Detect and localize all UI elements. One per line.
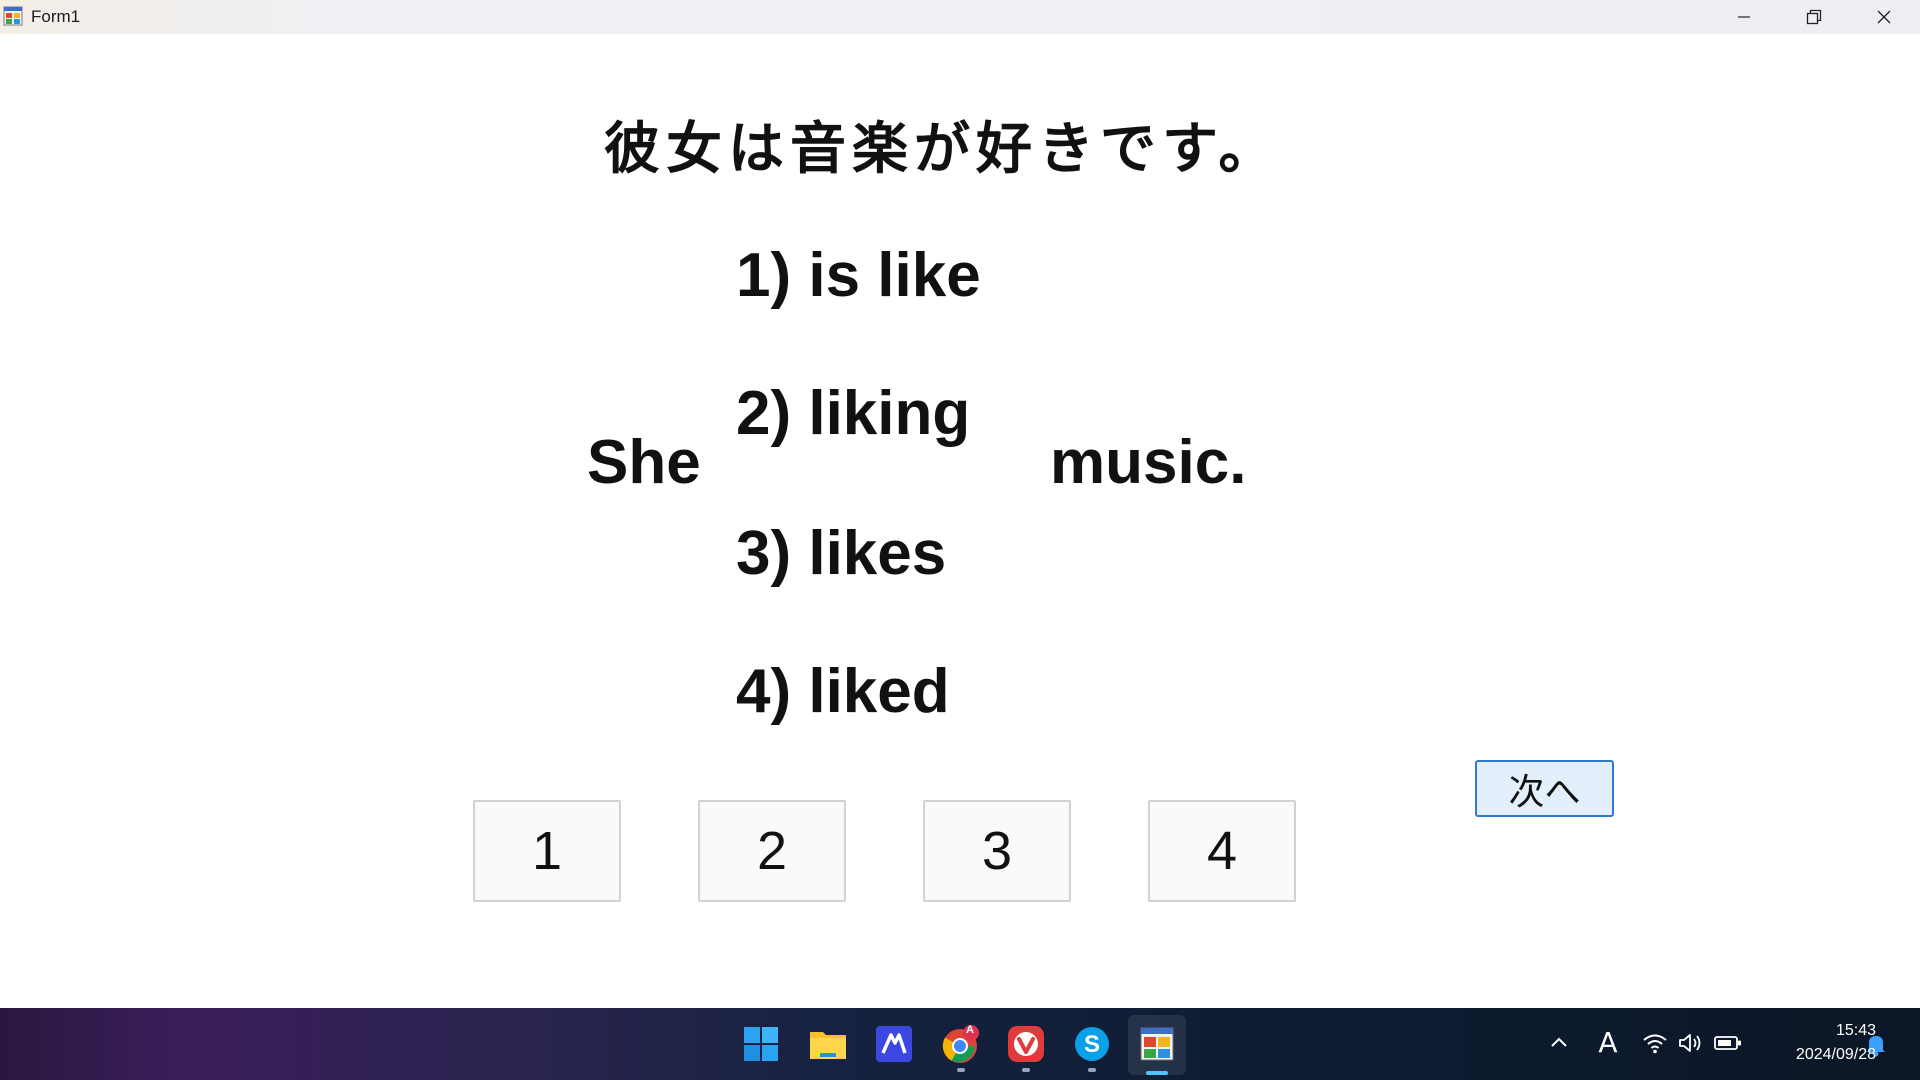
start-button[interactable]: [739, 1022, 783, 1066]
chrome-running-indicator: [957, 1068, 965, 1072]
m-app-icon: [876, 1026, 912, 1062]
minimize-button[interactable]: [1709, 0, 1779, 34]
ime-indicator[interactable]: A: [1593, 1026, 1623, 1059]
restore-icon: [1806, 9, 1822, 25]
answer-button-3[interactable]: 3: [923, 800, 1071, 902]
taskbar-chrome[interactable]: A: [938, 1022, 982, 1066]
form1-app-icon: [1140, 1027, 1174, 1061]
minimize-icon: [1738, 16, 1750, 18]
wifi-icon: [1643, 1034, 1667, 1054]
restore-button[interactable]: [1779, 0, 1849, 34]
next-button[interactable]: 次へ: [1475, 760, 1614, 817]
chrome-profile-badge: A: [966, 1024, 974, 1036]
taskbar-skype[interactable]: S: [1070, 1022, 1114, 1066]
chevron-up-icon: [1551, 1037, 1567, 1047]
active-app-indicator: [1146, 1071, 1168, 1075]
close-icon: [1877, 10, 1891, 24]
clock-time[interactable]: 15:43: [1780, 1022, 1876, 1040]
svg-text:S: S: [1084, 1031, 1100, 1058]
show-hidden-icons-button[interactable]: [1546, 1030, 1572, 1056]
taskbar-file-explorer[interactable]: [806, 1022, 850, 1066]
sentence-subject: She: [587, 428, 701, 497]
title-bar: Form1: [0, 0, 1920, 34]
windows-start-icon: [744, 1027, 778, 1061]
taskbar: A S A: [0, 1008, 1920, 1080]
option-2-label: 2) liking: [736, 379, 971, 448]
answer-button-4[interactable]: 4: [1148, 800, 1296, 902]
window-title: Form1: [31, 7, 81, 26]
option-3-label: 3) likes: [736, 519, 947, 588]
option-1-label: 1) is like: [736, 241, 981, 310]
chrome-icon: [942, 1025, 979, 1063]
answer-button-1[interactable]: 1: [473, 800, 621, 902]
battery-status[interactable]: [1712, 1028, 1744, 1058]
wifi-status[interactable]: [1640, 1028, 1670, 1058]
taskbar-app-m[interactable]: [872, 1022, 916, 1066]
vivaldi-running-indicator: [1022, 1068, 1030, 1072]
clock-date[interactable]: 2024/09/28: [1760, 1046, 1876, 1064]
option-4-label: 4) liked: [736, 657, 950, 726]
folder-icon: [810, 1032, 846, 1059]
form-app-icon: [3, 6, 23, 26]
battery-icon: [1714, 1036, 1741, 1050]
skype-running-indicator: [1088, 1068, 1096, 1072]
taskbar-vivaldi[interactable]: [1004, 1022, 1048, 1066]
japanese-sentence: 彼女は音楽が好きです。: [604, 117, 1281, 182]
taskbar-form1-app[interactable]: [1135, 1022, 1179, 1066]
close-button[interactable]: [1849, 0, 1919, 34]
volume-status[interactable]: [1675, 1028, 1705, 1058]
answer-button-2[interactable]: 2: [698, 800, 846, 902]
volume-icon: [1679, 1034, 1701, 1052]
vivaldi-icon: [1008, 1026, 1044, 1062]
skype-icon: S: [1075, 1027, 1109, 1061]
sentence-object: music.: [1050, 428, 1247, 497]
